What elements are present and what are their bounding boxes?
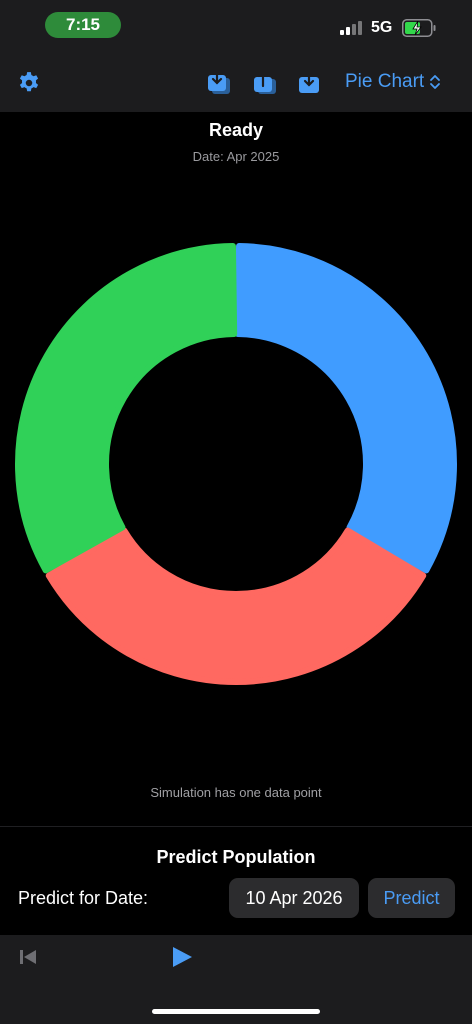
- battery-icon: [402, 19, 436, 37]
- play-icon[interactable]: [172, 947, 192, 967]
- predict-title: Predict Population: [156, 847, 316, 867]
- import-icon[interactable]: [206, 70, 232, 96]
- signal-icon: [340, 21, 364, 35]
- chart-type-label: Pie Chart: [345, 71, 425, 92]
- download-icon[interactable]: [296, 70, 322, 96]
- predict-section: Predict Population Predict for Date: 10 …: [0, 827, 472, 935]
- donut-slice-1: [234, 243, 457, 574]
- predict-button[interactable]: Predict: [368, 878, 455, 918]
- chart-type-picker[interactable]: Pie Chart: [345, 71, 442, 93]
- chevron-up-down-icon: [430, 75, 441, 89]
- network-type: 5G: [371, 19, 393, 36]
- status-bar: 7:15 5G: [0, 0, 472, 56]
- main-area: Ready Date: Apr 2025 Simulation has one …: [0, 112, 472, 826]
- skip-back-icon[interactable]: [19, 949, 37, 965]
- playback-bar: [0, 935, 472, 1024]
- status-time: 7:15: [45, 12, 121, 38]
- predict-date-picker[interactable]: 10 Apr 2026: [229, 878, 359, 918]
- share-icon[interactable]: [252, 70, 278, 96]
- home-indicator: [152, 1009, 320, 1014]
- status-date: Date: Apr 2025: [192, 149, 280, 164]
- donut-slice-3: [15, 243, 238, 574]
- gear-icon[interactable]: [16, 70, 42, 96]
- simulation-note: Simulation has one data point: [150, 785, 322, 800]
- donut-slice-2: [45, 527, 427, 685]
- donut-chart: [15, 243, 457, 685]
- predict-date-label: Predict for Date:: [18, 888, 149, 908]
- toolbar: Pie Chart: [0, 56, 472, 112]
- status-title: Ready: [208, 120, 264, 140]
